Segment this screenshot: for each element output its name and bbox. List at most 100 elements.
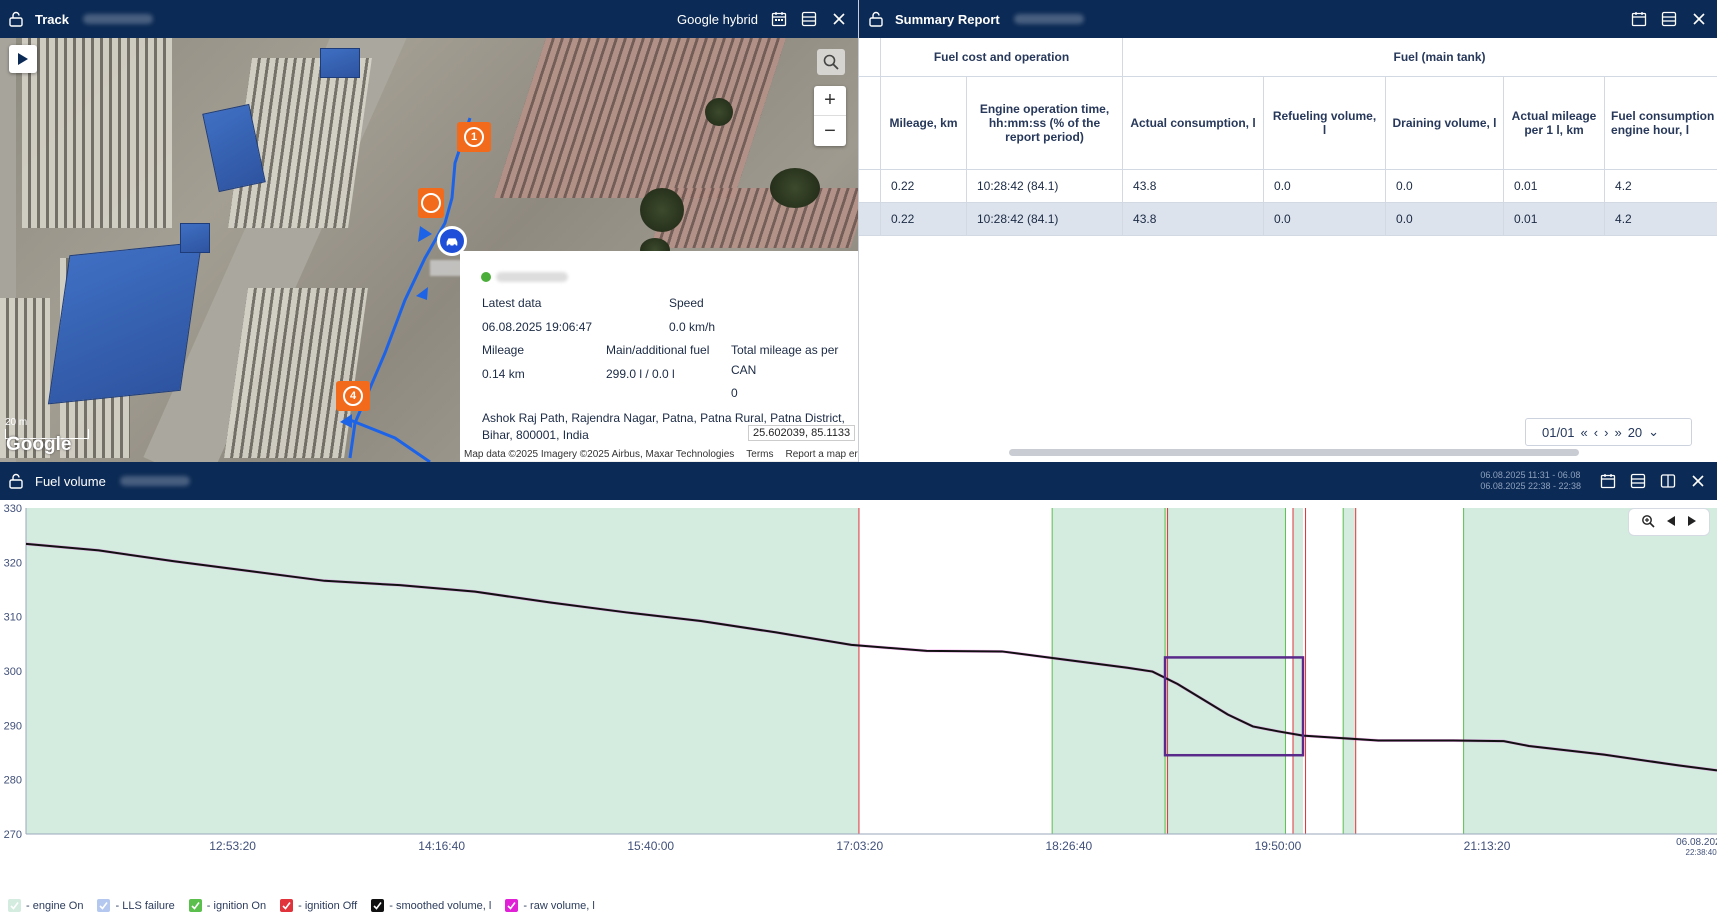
- calendar-icon[interactable]: [1599, 472, 1617, 490]
- table-cell: 0.22: [880, 169, 967, 203]
- pagination: 01/01 « ‹ › » 20 ⌄: [1525, 418, 1692, 446]
- table-cell: 4.2: [1604, 169, 1717, 203]
- legend-item[interactable]: - engine On: [8, 899, 83, 912]
- can-mileage-label: Total mileage as per: [731, 343, 839, 357]
- checkbox-icon[interactable]: [97, 899, 111, 912]
- play-button[interactable]: [9, 45, 37, 73]
- legend-item[interactable]: - smoothed volume, l: [371, 899, 491, 912]
- fuel-volume-panel: Fuel volume 06.08.2025 11:31 - 06.08 06.…: [0, 462, 1717, 916]
- scroll-right-icon[interactable]: [1687, 515, 1697, 530]
- zoom-in-button[interactable]: +: [814, 86, 846, 116]
- chevron-down-icon[interactable]: ⌄: [1648, 424, 1659, 440]
- calendar-icon[interactable]: [770, 10, 788, 28]
- column-header[interactable]: Draining volume, l: [1385, 76, 1505, 170]
- track-marker-4[interactable]: 4: [336, 381, 370, 411]
- y-tick-label: 290: [4, 720, 22, 732]
- layout-icon[interactable]: [800, 10, 818, 28]
- legend-item[interactable]: - LLS failure: [97, 899, 175, 912]
- split-view-icon[interactable]: [1659, 472, 1677, 490]
- checkbox-icon[interactable]: [371, 899, 385, 912]
- unit-name-blurred: [82, 14, 153, 24]
- address-line-1: Ashok Raj Path, Rajendra Nagar, Patna, P…: [482, 411, 845, 425]
- fuel-volume-chart[interactable]: 330 320 310 300 290 280 270 12:53:20 14:16:40 15:…: [0, 500, 1717, 916]
- close-icon[interactable]: [830, 10, 848, 28]
- mileage-value: 0.14 km: [482, 367, 525, 381]
- date-range-2: 06.08.2025 22:38 - 22:38: [1480, 481, 1581, 491]
- engine-on-band: [1463, 508, 1717, 834]
- last-page-icon[interactable]: »: [1614, 425, 1621, 440]
- latest-data-value: 06.08.2025 19:06:47: [482, 320, 593, 334]
- x-tick-time: 22:38:40: [1686, 848, 1717, 857]
- map-attribution: Map data ©2025 Imagery ©2025 Airbus, Max…: [460, 446, 858, 462]
- y-tick-label: 310: [4, 612, 22, 624]
- close-icon[interactable]: [1690, 10, 1708, 28]
- page-size-select[interactable]: 20: [1628, 425, 1642, 440]
- legend-label: - engine On: [26, 899, 84, 912]
- x-tick-date: 06.08.2025: [1676, 837, 1717, 848]
- date-range: 06.08.2025 11:31 - 06.08 06.08.2025 22:3…: [1480, 470, 1581, 492]
- group-header-fuel-cost: Fuel cost and operation: [879, 38, 1124, 77]
- terms-link[interactable]: Terms: [746, 449, 773, 460]
- legend-label: - raw volume, l: [523, 899, 595, 912]
- legend-item[interactable]: - raw volume, l: [505, 899, 595, 912]
- date-range-1: 06.08.2025 11:31 - 06.08: [1480, 470, 1581, 480]
- track-marker[interactable]: [418, 188, 444, 218]
- layout-icon[interactable]: [1660, 10, 1678, 28]
- prev-page-icon[interactable]: ‹: [1594, 425, 1598, 440]
- column-spacer: [859, 76, 881, 170]
- unlock-icon[interactable]: [867, 10, 885, 28]
- column-header[interactable]: Actual mileage per 1 l, km: [1503, 76, 1606, 170]
- table-cell: 0.0: [1263, 169, 1387, 203]
- checkbox-icon[interactable]: [505, 899, 519, 912]
- latest-data-label: Latest data: [482, 296, 542, 310]
- y-tick-label: 300: [4, 666, 22, 678]
- table-row-total[interactable]: 0.22 10:28:42 (84.1) 43.8 0.0 0.0 0.01 4…: [859, 202, 1717, 236]
- table-cell: 0.0: [1385, 202, 1505, 236]
- group-header-fuel-main-tank: Fuel (main tank): [1122, 38, 1717, 77]
- checkbox-icon[interactable]: [280, 899, 294, 912]
- column-header[interactable]: Refueling volume, l: [1263, 76, 1387, 170]
- unlock-icon[interactable]: [7, 472, 25, 490]
- engine-on-band: [1292, 508, 1304, 834]
- layout-icon[interactable]: [1629, 472, 1647, 490]
- speed-label: Speed: [669, 296, 704, 310]
- legend-item[interactable]: - ignition Off: [280, 899, 357, 912]
- table-row[interactable]: 0.22 10:28:42 (84.1) 43.8 0.0 0.0 0.01 4…: [859, 169, 1717, 203]
- zoom-icon[interactable]: [1641, 514, 1655, 531]
- horizontal-scrollbar[interactable]: [1009, 449, 1579, 456]
- report-error-link[interactable]: Report a map error: [786, 449, 859, 460]
- column-header[interactable]: Fuel consumption engine hour, l: [1604, 76, 1717, 170]
- column-header[interactable]: Actual consumption, l: [1122, 76, 1265, 170]
- map-type-selector[interactable]: Google hybrid: [677, 12, 758, 27]
- search-icon[interactable]: [817, 49, 845, 75]
- calendar-icon[interactable]: [1630, 10, 1648, 28]
- legend-item[interactable]: - ignition On: [188, 899, 266, 912]
- next-page-icon[interactable]: ›: [1604, 425, 1608, 440]
- table-cell: 4.2: [1604, 202, 1717, 236]
- x-tick-label: 19:50:00: [1255, 839, 1302, 853]
- close-icon[interactable]: [1689, 472, 1707, 490]
- panel-title: Fuel volume: [35, 473, 106, 489]
- track-marker-1[interactable]: 1: [457, 122, 491, 152]
- address-line-2: Bihar, 800001, India: [482, 428, 589, 442]
- checkbox-icon[interactable]: [188, 899, 202, 912]
- y-tick-label: 330: [4, 503, 22, 515]
- checkbox-icon[interactable]: [8, 899, 21, 912]
- chart-legend: - engine On - LLS failure - ignition On - i…: [8, 899, 595, 912]
- report-table-container: Fuel cost and operation Fuel (main tank)…: [859, 38, 1717, 462]
- y-tick-label: 270: [4, 829, 22, 841]
- zoom-out-button[interactable]: −: [814, 116, 846, 146]
- column-header[interactable]: Engine operation time, hh:mm:ss (% of th…: [965, 76, 1124, 170]
- track-titlebar: Track Google hybrid: [0, 0, 858, 38]
- unit-name-blurred: [119, 476, 190, 486]
- unlock-icon[interactable]: [7, 10, 25, 28]
- scroll-left-icon[interactable]: [1666, 515, 1676, 530]
- legend-label: - smoothed volume, l: [389, 899, 492, 912]
- x-tick-label: 17:03:20: [836, 839, 883, 853]
- x-tick-label: 14:16:40: [418, 839, 465, 853]
- legend-label: - ignition Off: [298, 899, 358, 912]
- first-page-icon[interactable]: «: [1581, 425, 1588, 440]
- column-header[interactable]: Mileage, km: [880, 76, 967, 170]
- zoom-controls: + −: [814, 86, 846, 146]
- can-mileage-value: 0: [731, 386, 738, 400]
